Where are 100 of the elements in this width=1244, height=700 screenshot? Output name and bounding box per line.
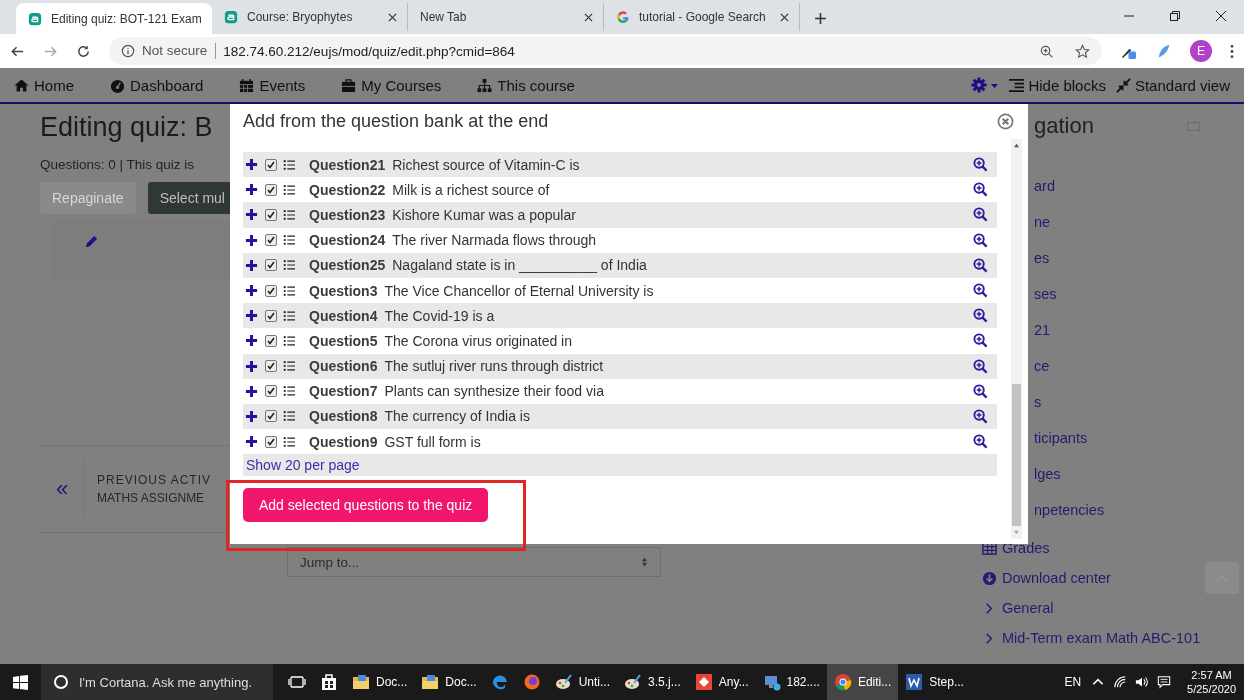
scrollbar[interactable] bbox=[1011, 139, 1022, 539]
preview-zoom-icon[interactable] bbox=[973, 434, 988, 450]
preview-zoom-icon[interactable] bbox=[973, 232, 988, 248]
nav-tree-link[interactable]: 21 bbox=[1034, 321, 1051, 339]
browser-tab[interactable]: Editing quiz: BOT-121 Exam bbox=[16, 3, 212, 34]
notification-icon[interactable] bbox=[1157, 675, 1172, 689]
show-per-page-link[interactable]: Show 20 per page bbox=[246, 457, 360, 474]
courses-icon bbox=[341, 77, 357, 93]
checkbox[interactable] bbox=[265, 234, 277, 247]
checkbox[interactable] bbox=[265, 410, 277, 423]
taskbar-app[interactable]: 3.5.j... bbox=[617, 664, 688, 700]
close-icon[interactable] bbox=[584, 12, 593, 22]
nav-link[interactable]: This course bbox=[477, 76, 575, 94]
add-icon[interactable] bbox=[245, 258, 258, 272]
nav-tree-link[interactable]: Grades bbox=[982, 533, 1244, 563]
add-icon[interactable] bbox=[245, 359, 258, 373]
nav-link[interactable]: Events bbox=[239, 76, 306, 94]
new-tab-icon[interactable] bbox=[814, 12, 827, 25]
preview-zoom-icon[interactable] bbox=[973, 157, 988, 173]
preview-zoom-icon[interactable] bbox=[973, 358, 988, 374]
preview-zoom-icon[interactable] bbox=[973, 308, 988, 324]
nav-tree-link[interactable]: ard bbox=[1034, 177, 1055, 195]
checkbox[interactable] bbox=[265, 259, 277, 272]
preview-zoom-icon[interactable] bbox=[973, 207, 988, 223]
scroll-thumb[interactable] bbox=[1012, 383, 1021, 526]
taskbar-app[interactable]: Any... bbox=[687, 664, 756, 700]
checkbox[interactable] bbox=[265, 284, 277, 297]
add-icon[interactable] bbox=[245, 284, 258, 298]
nav-link[interactable]: Dashboard bbox=[110, 76, 204, 94]
preview-zoom-icon[interactable] bbox=[973, 408, 988, 424]
preview-zoom-icon[interactable] bbox=[973, 257, 988, 273]
nav-tree-link[interactable]: ne bbox=[1034, 213, 1051, 231]
close-icon[interactable] bbox=[780, 12, 789, 22]
taskbar-app[interactable]: 182.... bbox=[755, 664, 827, 700]
nav-action[interactable]: Standard view bbox=[1115, 76, 1230, 94]
add-icon[interactable] bbox=[245, 384, 258, 398]
checkbox[interactable] bbox=[265, 183, 277, 196]
nav-tree-link[interactable]: Mid-Term exam Math ABC-101 bbox=[982, 623, 1244, 653]
language-indicator[interactable]: EN bbox=[1064, 675, 1082, 689]
checkbox[interactable] bbox=[265, 334, 277, 347]
speaker-icon[interactable] bbox=[1135, 675, 1150, 689]
checkbox[interactable] bbox=[265, 360, 277, 373]
menu-icon[interactable] bbox=[1230, 43, 1234, 59]
profile-avatar[interactable]: E bbox=[1190, 40, 1212, 62]
close-icon[interactable] bbox=[388, 12, 397, 22]
jump-select[interactable]: Jump to... bbox=[287, 547, 661, 577]
wifi-icon[interactable] bbox=[1113, 675, 1128, 689]
add-icon[interactable] bbox=[245, 208, 258, 222]
nav-tree-link[interactable]: ses bbox=[1034, 285, 1057, 303]
taskbar-app[interactable]: Unti... bbox=[547, 664, 618, 700]
checkbox[interactable] bbox=[265, 208, 277, 221]
nav-tree-link[interactable]: lges bbox=[1034, 465, 1061, 483]
nav-tree-link[interactable]: Download center bbox=[982, 563, 1244, 593]
clock-time[interactable]: 2:57 AM bbox=[1191, 668, 1232, 682]
zoom-icon[interactable] bbox=[1039, 43, 1054, 59]
settings-icon[interactable] bbox=[971, 77, 1000, 93]
reload-icon[interactable] bbox=[76, 43, 91, 59]
list-icon bbox=[283, 309, 295, 322]
previous-arrow[interactable]: « bbox=[40, 476, 84, 502]
checkbox[interactable] bbox=[265, 158, 277, 171]
nav-link[interactable]: My Courses bbox=[341, 76, 442, 94]
browser-tab[interactable]: New Tab bbox=[408, 3, 604, 31]
scroll-up-icon[interactable] bbox=[1013, 143, 1020, 148]
nav-tree-link[interactable]: s bbox=[1034, 393, 1042, 411]
nav-tree-link[interactable]: es bbox=[1034, 249, 1050, 267]
checkbox[interactable] bbox=[265, 309, 277, 322]
add-icon[interactable] bbox=[245, 435, 258, 449]
nav-tree-link[interactable]: npetencies bbox=[1034, 501, 1105, 519]
nav-link[interactable]: Home bbox=[14, 76, 74, 94]
checkbox[interactable] bbox=[265, 435, 277, 448]
add-selected-button[interactable]: Add selected questions to the quiz bbox=[243, 488, 489, 523]
preview-zoom-icon[interactable] bbox=[973, 383, 988, 399]
pencil-icon[interactable] bbox=[84, 234, 99, 249]
taskbar-app[interactable]: Doc... bbox=[345, 664, 415, 700]
taskbar-app[interactable]: Editi... bbox=[826, 664, 899, 700]
add-icon[interactable] bbox=[245, 334, 258, 348]
nav-tree-link[interactable]: ce bbox=[1034, 357, 1050, 375]
add-icon[interactable] bbox=[245, 158, 258, 172]
close-icon[interactable] bbox=[997, 113, 1014, 130]
preview-zoom-icon[interactable] bbox=[973, 333, 988, 349]
search-field[interactable]: I'm Cortana. Ask me anything. bbox=[41, 664, 273, 700]
add-icon[interactable] bbox=[245, 183, 258, 197]
checkbox[interactable] bbox=[265, 385, 277, 398]
browser-tab[interactable]: tutorial - Google Search bbox=[604, 3, 800, 31]
preview-zoom-icon[interactable] bbox=[973, 182, 988, 198]
star-icon[interactable] bbox=[1075, 43, 1090, 59]
address-field[interactable]: Not secure 182.74.60.212/eujs/mod/quiz/edit.php?cmid=864 bbox=[109, 37, 1102, 65]
browser-tab[interactable]: Course: Bryophytes bbox=[212, 3, 408, 31]
nav-tree-link[interactable]: General bbox=[982, 593, 1244, 623]
add-icon[interactable] bbox=[245, 309, 258, 323]
taskbar-app[interactable]: Step... bbox=[898, 664, 971, 700]
taskbar-app[interactable]: Doc... bbox=[414, 664, 484, 700]
nav-tree-link[interactable]: ticipants bbox=[1034, 429, 1088, 447]
add-icon[interactable] bbox=[245, 233, 258, 247]
add-icon[interactable] bbox=[245, 409, 258, 423]
previous-activity-link[interactable]: MATHS ASSIGNME bbox=[97, 491, 212, 505]
clock-date[interactable]: 5/25/2020 bbox=[1187, 682, 1236, 696]
info-icon[interactable] bbox=[121, 44, 135, 58]
nav-action[interactable]: Hide blocks bbox=[1009, 76, 1106, 94]
preview-zoom-icon[interactable] bbox=[973, 283, 988, 299]
